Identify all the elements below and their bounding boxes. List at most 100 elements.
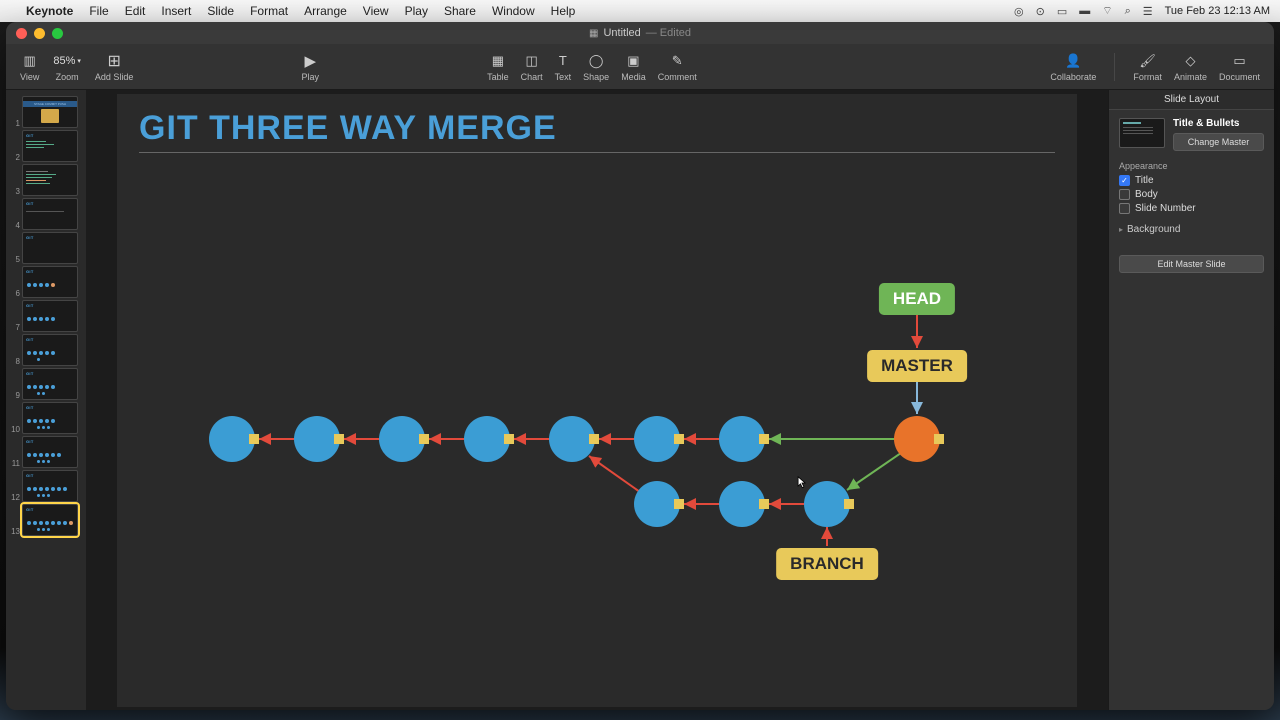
commit-node[interactable] [634, 481, 680, 527]
view-icon: ▥ [24, 52, 36, 70]
battery-icon[interactable]: ▬ [1079, 5, 1090, 17]
edit-master-slide-button[interactable]: Edit Master Slide [1119, 255, 1264, 273]
inspector-tab-slide-layout[interactable]: Slide Layout [1109, 90, 1274, 110]
title-checkbox[interactable]: ✓ [1119, 175, 1130, 186]
background-disclosure[interactable]: Background [1119, 224, 1264, 235]
merge-commit-node[interactable] [894, 416, 940, 462]
slide-thumb-13[interactable]: GIT [22, 504, 78, 536]
commit-node[interactable] [719, 481, 765, 527]
slide-thumb-9[interactable]: GIT [22, 368, 78, 400]
slide-thumb-12[interactable]: GIT [22, 470, 78, 502]
slide-thumb-8[interactable]: GIT [22, 334, 78, 366]
window-close-button[interactable] [16, 28, 27, 39]
head-tag[interactable]: HEAD [879, 283, 955, 315]
target-icon[interactable]: ⊙ [1036, 5, 1045, 18]
document-icon-btn: ▭ [1233, 52, 1245, 70]
table-button[interactable]: ▦Table [487, 52, 509, 82]
search-icon[interactable]: ⌕ [1125, 5, 1131, 18]
slide-thumb-5[interactable]: GIT [22, 232, 78, 264]
git-diagram: HEAD MASTER BRANCH [117, 94, 1077, 707]
commit-node[interactable] [719, 416, 765, 462]
title-checkbox-label: Title [1135, 175, 1154, 186]
format-icon: 🖌 [1139, 52, 1156, 70]
control-center-icon[interactable]: ☰ [1143, 5, 1153, 18]
slide-navigator[interactable]: 1STAGE COMMIT PUSH 2GIT 3 4GIT 5GIT 6GIT… [6, 90, 86, 710]
collaborate-icon: 👤 [1065, 52, 1081, 70]
screencast-icon[interactable]: ◎ [1014, 5, 1024, 18]
menu-help[interactable]: Help [551, 4, 576, 18]
slide-thumb-7[interactable]: GIT [22, 300, 78, 332]
branch-tag[interactable]: BRANCH [776, 548, 878, 580]
slidenum-checkbox[interactable] [1119, 203, 1130, 214]
app-root: Keynote File Edit Insert Slide Format Ar… [0, 0, 1280, 720]
document-title: Untitled [603, 27, 640, 39]
keynote-window: ▦ Untitled — Edited ▥View 85%Zoom ⊞Add S… [6, 22, 1274, 710]
menu-slide[interactable]: Slide [207, 4, 234, 18]
menu-play[interactable]: Play [405, 4, 428, 18]
toolbar: ▥View 85%Zoom ⊞Add Slide ▶Play ▦Table ◫C… [6, 44, 1274, 90]
media-button[interactable]: ▣Media [621, 52, 646, 82]
menu-share[interactable]: Share [444, 4, 476, 18]
menubar-clock[interactable]: Tue Feb 23 12:13 AM [1165, 5, 1270, 17]
menu-arrange[interactable]: Arrange [304, 4, 347, 18]
slide-thumb-4[interactable]: GIT [22, 198, 78, 230]
view-button[interactable]: ▥View [20, 52, 39, 82]
commit-node[interactable] [549, 416, 595, 462]
zoom-button[interactable]: 85%Zoom [53, 52, 81, 82]
text-icon: T [559, 52, 567, 70]
window-minimize-button[interactable] [34, 28, 45, 39]
format-button[interactable]: 🖌Format [1133, 52, 1162, 82]
menu-edit[interactable]: Edit [125, 4, 146, 18]
inspector-panel: Slide Layout Title & Bullets Change Mast… [1108, 90, 1274, 710]
commit-node[interactable] [379, 416, 425, 462]
master-tag[interactable]: MASTER [867, 350, 967, 382]
slide-thumb-2[interactable]: GIT [22, 130, 78, 162]
mac-menubar: Keynote File Edit Insert Slide Format Ar… [0, 0, 1280, 22]
play-button[interactable]: ▶Play [302, 52, 320, 82]
slide-thumb-6[interactable]: GIT [22, 266, 78, 298]
commit-node[interactable] [464, 416, 510, 462]
slide-canvas[interactable]: GIT THREE WAY MERGE [86, 90, 1108, 710]
comment-icon: ✎ [672, 52, 683, 70]
change-master-button[interactable]: Change Master [1173, 133, 1264, 151]
animate-icon: ◇ [1185, 52, 1195, 70]
shape-button[interactable]: ◯Shape [583, 52, 609, 82]
commit-node[interactable] [209, 416, 255, 462]
document-icon: ▦ [589, 28, 598, 39]
wifi-icon[interactable]: ⌔ [1102, 4, 1112, 18]
chart-button[interactable]: ◫Chart [521, 52, 543, 82]
slide-thumb-11[interactable]: GIT [22, 436, 78, 468]
editor-body: 1STAGE COMMIT PUSH 2GIT 3 4GIT 5GIT 6GIT… [6, 90, 1274, 710]
add-slide-button[interactable]: ⊞Add Slide [95, 52, 134, 82]
slide: GIT THREE WAY MERGE [117, 94, 1077, 707]
body-checkbox-label: Body [1135, 189, 1158, 200]
commit-node[interactable] [294, 416, 340, 462]
slide-thumb-3[interactable] [22, 164, 78, 196]
shape-icon: ◯ [589, 52, 604, 70]
comment-button[interactable]: ✎Comment [658, 52, 697, 82]
menu-view[interactable]: View [363, 4, 389, 18]
commit-node[interactable] [804, 481, 850, 527]
slide-thumb-1[interactable]: STAGE COMMIT PUSH [22, 96, 78, 128]
menu-window[interactable]: Window [492, 4, 535, 18]
menu-insert[interactable]: Insert [161, 4, 191, 18]
layout-preview [1119, 118, 1165, 148]
display-icon[interactable]: ▭ [1057, 5, 1067, 18]
add-slide-icon: ⊞ [107, 52, 120, 70]
zoom-value: 85% [53, 52, 81, 70]
table-icon: ▦ [492, 52, 504, 70]
menu-format[interactable]: Format [250, 4, 288, 18]
commit-node[interactable] [634, 416, 680, 462]
document-button[interactable]: ▭Document [1219, 52, 1260, 82]
collaborate-button[interactable]: 👤Collaborate [1050, 52, 1096, 82]
text-button[interactable]: TText [555, 52, 572, 82]
play-icon: ▶ [305, 52, 317, 70]
body-checkbox[interactable] [1119, 189, 1130, 200]
window-zoom-button[interactable] [52, 28, 63, 39]
slide-thumb-10[interactable]: GIT [22, 402, 78, 434]
menu-app[interactable]: Keynote [26, 4, 73, 18]
chart-icon: ◫ [525, 52, 537, 70]
layout-name: Title & Bullets [1173, 118, 1264, 129]
animate-button[interactable]: ◇Animate [1174, 52, 1207, 82]
menu-file[interactable]: File [89, 4, 108, 18]
